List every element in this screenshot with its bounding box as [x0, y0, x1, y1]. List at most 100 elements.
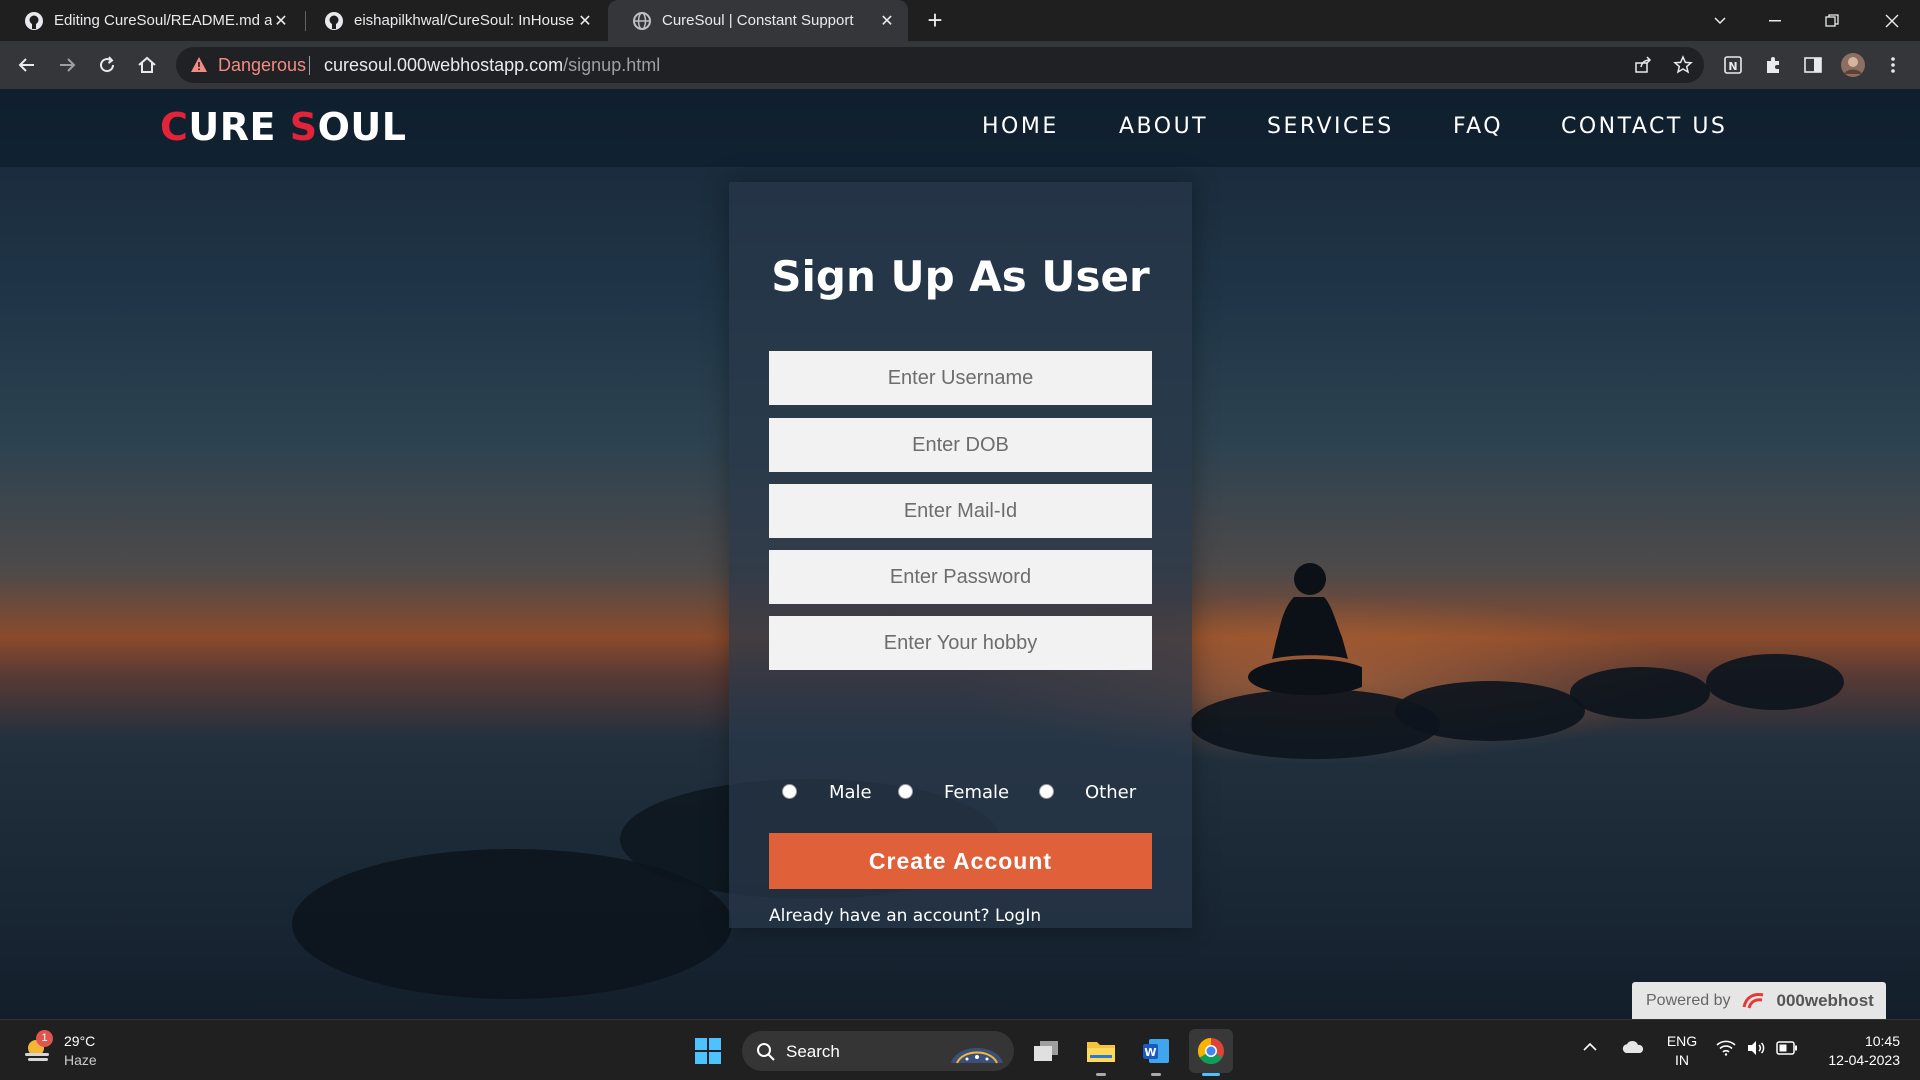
- weather-condition[interactable]: Haze: [64, 1052, 97, 1068]
- tab-title: CureSoul | Constant Support: [662, 12, 854, 29]
- clock-time[interactable]: 10:45: [1810, 1033, 1900, 1049]
- search-highlight-icon: [951, 1048, 1003, 1064]
- reload-icon[interactable]: [91, 49, 123, 81]
- browser-menu-icon[interactable]: [1878, 50, 1908, 80]
- tab-title: eishapilkhwal/CureSoul: InHouse: [354, 12, 574, 29]
- hosting-badge[interactable]: Powered by 000webhost: [1632, 982, 1886, 1019]
- browser-tab-strip: Editing CureSoul/README.md at ✕ eishapil…: [0, 0, 1920, 41]
- nav-faq[interactable]: FAQ: [1453, 114, 1503, 139]
- language-indicator-top[interactable]: ENG: [1662, 1033, 1702, 1049]
- notion-extension-icon[interactable]: N: [1718, 50, 1748, 80]
- logo-text-ure: URE: [188, 105, 290, 149]
- weather-temperature[interactable]: 29°C: [64, 1033, 95, 1049]
- language-indicator-bottom[interactable]: IN: [1662, 1052, 1702, 1068]
- chrome-app-icon[interactable]: [1189, 1029, 1233, 1076]
- gender-label-female: Female: [944, 782, 1010, 803]
- bookmark-star-icon[interactable]: [1668, 50, 1698, 80]
- nav-services[interactable]: SERVICES: [1267, 114, 1394, 139]
- 000webhost-logo-icon: [1742, 992, 1763, 1009]
- security-status[interactable]: Dangerous: [218, 55, 306, 76]
- close-icon[interactable]: ✕: [270, 10, 292, 32]
- password-input[interactable]: [769, 550, 1152, 604]
- gender-label-other: Other: [1085, 782, 1137, 803]
- minimize-button[interactable]: [1748, 0, 1804, 41]
- meditating-person-silhouette: [1248, 563, 1362, 695]
- url-text[interactable]: curesoul.000webhostapp.com/signup.html: [324, 55, 660, 76]
- powered-by-label: Powered by: [1646, 991, 1731, 1009]
- running-indicator: [1202, 1073, 1220, 1076]
- tab-github-repo[interactable]: eishapilkhwal/CureSoul: InHouse ✕: [300, 0, 606, 41]
- clock-date[interactable]: 12-04-2023: [1810, 1052, 1900, 1068]
- tab-curesoul[interactable]: CureSoul | Constant Support ✕: [608, 0, 908, 41]
- login-prompt-link[interactable]: Already have an account? LogIn: [769, 906, 1041, 926]
- url-path: /signup.html: [563, 55, 661, 75]
- running-indicator: [1096, 1073, 1106, 1076]
- tab-readme-editor[interactable]: Editing CureSoul/README.md at ✕: [0, 0, 302, 41]
- svg-text:N: N: [1728, 60, 1737, 73]
- file-explorer-icon[interactable]: [1079, 1029, 1123, 1076]
- logo-letter-c: C: [160, 105, 189, 149]
- gender-radio-other[interactable]: [1039, 784, 1054, 799]
- search-icon: [757, 1043, 775, 1061]
- logo-text-oul: OUL: [317, 105, 407, 149]
- nav-contact-us[interactable]: CONTACT US: [1561, 114, 1727, 139]
- close-icon[interactable]: ✕: [574, 10, 596, 32]
- profile-avatar[interactable]: [1838, 50, 1868, 80]
- share-icon[interactable]: [1628, 50, 1658, 80]
- taskbar-search-box[interactable]: Search: [742, 1031, 1014, 1071]
- gender-radio-group: Male Female Other: [769, 780, 1152, 810]
- weather-notification-badge: 1: [36, 1030, 53, 1047]
- background-stone: [1706, 654, 1844, 710]
- svg-text:W: W: [1144, 1046, 1156, 1059]
- running-indicator: [1151, 1073, 1161, 1076]
- page-viewport: CURE SOUL HOME ABOUT SERVICES FAQ CONTAC…: [0, 89, 1920, 1019]
- start-windows-icon[interactable]: [686, 1029, 730, 1073]
- forward-arrow-icon[interactable]: [51, 49, 83, 81]
- search-label: Search: [786, 1042, 840, 1061]
- github-icon: [24, 11, 44, 31]
- background-stone: [1395, 681, 1585, 741]
- hosting-brand: 000webhost: [1776, 990, 1874, 1010]
- gender-radio-male[interactable]: [782, 784, 797, 799]
- create-account-button[interactable]: Create Account: [769, 833, 1152, 889]
- logo-letter-s: S: [289, 105, 318, 149]
- side-panel-icon[interactable]: [1798, 50, 1828, 80]
- background-stone: [1570, 667, 1710, 719]
- word-app-icon[interactable]: W: [1134, 1029, 1178, 1076]
- github-icon: [324, 11, 344, 31]
- dob-input[interactable]: [769, 418, 1152, 472]
- show-hidden-icons-chevron-icon[interactable]: [1582, 1040, 1598, 1058]
- wifi-icon[interactable]: [1716, 1040, 1736, 1061]
- email-input[interactable]: [769, 484, 1152, 538]
- url-host: curesoul.000webhostapp.com: [324, 55, 564, 75]
- signup-title: Sign Up As User: [771, 252, 1150, 301]
- restore-button[interactable]: [1804, 0, 1860, 41]
- username-input[interactable]: [769, 351, 1152, 405]
- weather-widget[interactable]: 1: [22, 1030, 54, 1069]
- hobby-input[interactable]: [769, 616, 1152, 670]
- site-header: CURE SOUL HOME ABOUT SERVICES FAQ CONTAC…: [0, 89, 1920, 167]
- windows-taskbar: 1 29°C Haze Search W ENG IN 10:45 12-04-…: [0, 1019, 1920, 1080]
- new-tab-button[interactable]: +: [922, 7, 948, 34]
- globe-icon: [632, 11, 652, 31]
- nav-home[interactable]: HOME: [982, 114, 1059, 139]
- task-view-icon[interactable]: [1024, 1029, 1068, 1073]
- gender-radio-female[interactable]: [898, 784, 913, 799]
- nav-about[interactable]: ABOUT: [1119, 114, 1208, 139]
- extensions-puzzle-icon[interactable]: [1758, 50, 1788, 80]
- address-bar[interactable]: Dangerous curesoul.000webhostapp.com/sig…: [176, 47, 1704, 83]
- site-logo[interactable]: CURE SOUL: [160, 105, 406, 149]
- battery-icon[interactable]: [1776, 1041, 1798, 1060]
- tab-title: Editing CureSoul/README.md at: [54, 12, 272, 29]
- address-divider: [309, 56, 310, 75]
- gender-label-male: Male: [829, 782, 872, 803]
- home-icon[interactable]: [131, 49, 163, 81]
- warning-icon[interactable]: [190, 56, 208, 78]
- browser-toolbar: Dangerous curesoul.000webhostapp.com/sig…: [0, 41, 1920, 89]
- volume-icon[interactable]: [1746, 1040, 1766, 1061]
- onedrive-cloud-icon[interactable]: [1621, 1039, 1645, 1060]
- back-arrow-icon[interactable]: [11, 49, 43, 81]
- tab-search-chevron-icon[interactable]: [1692, 0, 1748, 41]
- close-window-button[interactable]: [1864, 0, 1920, 41]
- close-icon[interactable]: ✕: [876, 10, 898, 32]
